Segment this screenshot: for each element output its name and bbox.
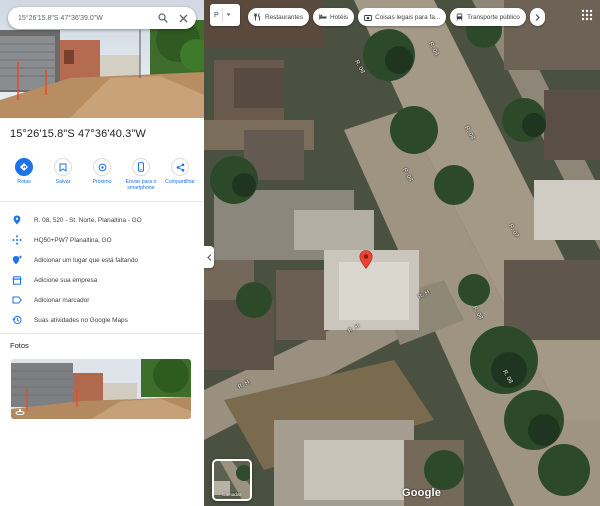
directions-label: Rotas (17, 179, 31, 185)
chip-restaurants[interactable]: Restaurantes (248, 8, 310, 26)
satellite-map[interactable]: P Restaurantes Hotéis Coisas legais para… (204, 0, 600, 506)
directions-icon (15, 158, 33, 176)
chip-hotels-label: Hotéis (330, 13, 349, 21)
chevron-right-icon (535, 13, 540, 21)
share-label: Compartilhar (165, 179, 195, 185)
divider (0, 333, 204, 334)
add-business-row[interactable]: Adicione sua empresa (0, 270, 204, 290)
plus-code-text: HQ50+PW7 Planaltina, GO (34, 236, 112, 244)
attractions-icon (363, 13, 372, 22)
google-apps-button[interactable] (580, 8, 594, 22)
plus-code-icon (11, 234, 23, 246)
street-view-icon (15, 408, 25, 416)
restaurant-icon (253, 13, 262, 22)
nearby-label: Próximo (92, 179, 112, 185)
divider (0, 201, 204, 202)
save-button[interactable]: Salvar (45, 158, 81, 191)
label-icon (11, 294, 23, 306)
satellite-imagery (204, 0, 600, 506)
share-button[interactable]: Compartilhar (162, 158, 198, 191)
layers-label: Camadas (222, 492, 242, 497)
action-bar: Rotas Salvar Próximo Enviar para o smart… (6, 158, 198, 191)
send-to-phone-icon (132, 158, 150, 176)
side-panel: 15°26'15.8"S 47°36'40.3"W Rotas Salvar P… (0, 0, 204, 506)
add-label-row[interactable]: Adicionar marcador (0, 290, 204, 310)
location-pin-icon (11, 214, 23, 226)
nearby-icon (93, 158, 111, 176)
apps-grid-icon (581, 9, 593, 21)
photo-thumbnail[interactable] (11, 359, 191, 419)
collapse-panel-button[interactable] (204, 246, 214, 268)
chevron-down-icon (226, 13, 231, 16)
send-to-phone-label: Enviar para o smartphone (125, 179, 157, 191)
chip-transit[interactable]: Transporte público (450, 8, 526, 26)
chip-restaurants-label: Restaurantes (265, 13, 304, 21)
add-missing-place-text: Adicionar um lugar que está faltando (34, 256, 139, 264)
history-icon (11, 314, 23, 326)
google-logo: Google (402, 487, 442, 499)
transit-icon (455, 13, 464, 22)
more-chips-button[interactable] (529, 8, 545, 26)
directions-button[interactable]: Rotas (6, 158, 42, 191)
photos-heading: Fotos (10, 341, 29, 350)
hotel-icon (318, 13, 327, 22)
add-label-text: Adicionar marcador (34, 296, 90, 304)
address-row[interactable]: R. 08, 520 - St. Norte, Planaltina - GO (0, 210, 204, 230)
maps-activity-text: Suas atividades no Google Maps (34, 316, 128, 324)
layer-selector[interactable]: P (210, 4, 240, 26)
plus-code-row[interactable]: HQ50+PW7 Planaltina, GO (0, 230, 204, 250)
chip-attractions[interactable]: Coisas legais para fa... (358, 8, 447, 26)
chevron-left-icon (206, 253, 211, 261)
close-icon[interactable] (176, 11, 190, 25)
business-icon (11, 274, 23, 286)
info-list: R. 08, 520 - St. Norte, Planaltina - GO … (0, 210, 204, 330)
location-marker-icon[interactable] (359, 250, 373, 269)
chip-attractions-label: Coisas legais para fa... (375, 13, 441, 21)
bookmark-icon (54, 158, 72, 176)
share-icon (171, 158, 189, 176)
save-label: Salvar (55, 179, 71, 185)
address-text: R. 08, 520 - St. Norte, Planaltina - GO (34, 216, 142, 224)
search-box[interactable] (8, 7, 196, 29)
divider (221, 8, 223, 22)
layers-button[interactable]: Camadas (212, 459, 252, 501)
maps-activity-row[interactable]: Suas atividades no Google Maps (0, 310, 204, 330)
add-place-icon (11, 254, 23, 266)
add-business-text: Adicione sua empresa (34, 276, 98, 284)
place-title: 15°26'15.8"S 47°36'40.3"W (10, 128, 146, 140)
chip-transit-label: Transporte público (467, 13, 520, 21)
search-icon[interactable] (156, 11, 170, 25)
category-chips: Restaurantes Hotéis Coisas legais para f… (248, 8, 545, 26)
send-to-phone-button[interactable]: Enviar para o smartphone (123, 158, 159, 191)
chip-hotels[interactable]: Hotéis (313, 8, 355, 26)
add-missing-place-row[interactable]: Adicionar um lugar que está faltando (0, 250, 204, 270)
nearby-button[interactable]: Próximo (84, 158, 120, 191)
search-input[interactable] (18, 14, 150, 22)
layer-selector-label: P (214, 11, 219, 19)
